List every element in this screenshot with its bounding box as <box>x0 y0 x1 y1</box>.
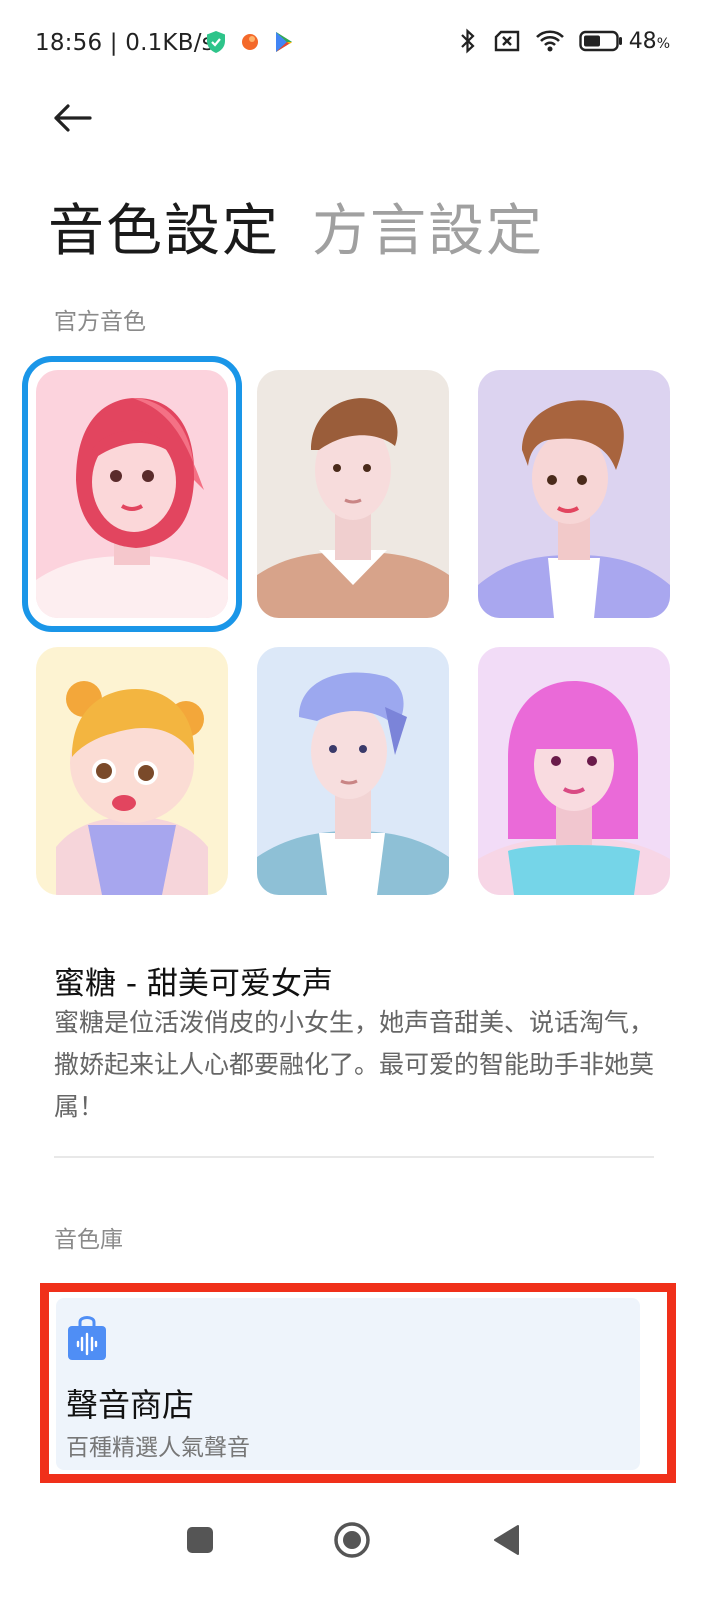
bluetooth-icon <box>460 28 475 54</box>
blue-hair-man-illustration <box>257 647 449 895</box>
notification-icons <box>205 30 295 54</box>
avatar-blue-hair-man[interactable] <box>257 647 449 895</box>
status-bar: 18:56 | 0.1KB/s 48% <box>0 0 720 90</box>
triangle-back-icon <box>494 1525 519 1555</box>
pink-hair-woman-illustration <box>478 647 670 895</box>
tab-dialect-settings[interactable]: 方言設定 <box>312 186 544 267</box>
young-man-illustration <box>257 370 449 618</box>
avatar-pink-hair-woman[interactable] <box>478 647 670 895</box>
navigation-bar <box>0 1490 720 1600</box>
short-hair-woman-illustration <box>478 370 670 618</box>
status-time: 18:56 | 0.1KB/s <box>35 30 214 56</box>
recents-button[interactable] <box>170 1510 230 1570</box>
back-button[interactable] <box>46 96 98 140</box>
back-arrow-icon <box>54 104 92 132</box>
battery-icon <box>578 30 622 52</box>
tab-voice-settings[interactable]: 音色設定 <box>48 186 280 267</box>
home-button[interactable] <box>322 1510 382 1570</box>
wifi-icon <box>535 30 564 52</box>
app-circle-icon <box>242 34 258 50</box>
sweet-girl-illustration <box>36 370 228 618</box>
avatar-child[interactable] <box>36 647 228 895</box>
tab-bar: 音色設定 方言設定 <box>48 186 544 267</box>
official-voices-label: 官方音色 <box>54 309 146 335</box>
home-circle-icon <box>334 1522 370 1558</box>
no-sim-icon <box>494 30 519 52</box>
shield-icon <box>207 31 225 53</box>
avatar-short-hair-woman[interactable] <box>478 370 670 618</box>
divider <box>54 1156 654 1158</box>
avatar-young-man[interactable] <box>257 370 449 618</box>
child-illustration <box>36 647 228 895</box>
back-nav-button[interactable] <box>476 1510 536 1570</box>
selected-voice-description: 蜜糖是位活泼俏皮的小女生，她声音甜美、说话淘气，撒娇起来让人心都要融化了。最可爱… <box>54 1008 655 1121</box>
highlight-box <box>40 1283 676 1483</box>
voice-library-label: 音色庫 <box>54 1227 123 1253</box>
battery-percent: 48% <box>628 28 670 54</box>
system-status-icons: 48% <box>457 28 670 54</box>
square-icon <box>187 1527 213 1553</box>
selected-voice-title: 蜜糖 - 甜美可爱女声 <box>54 966 333 1002</box>
avatar-sweet-girl[interactable] <box>36 370 228 618</box>
play-store-icon <box>276 32 292 52</box>
